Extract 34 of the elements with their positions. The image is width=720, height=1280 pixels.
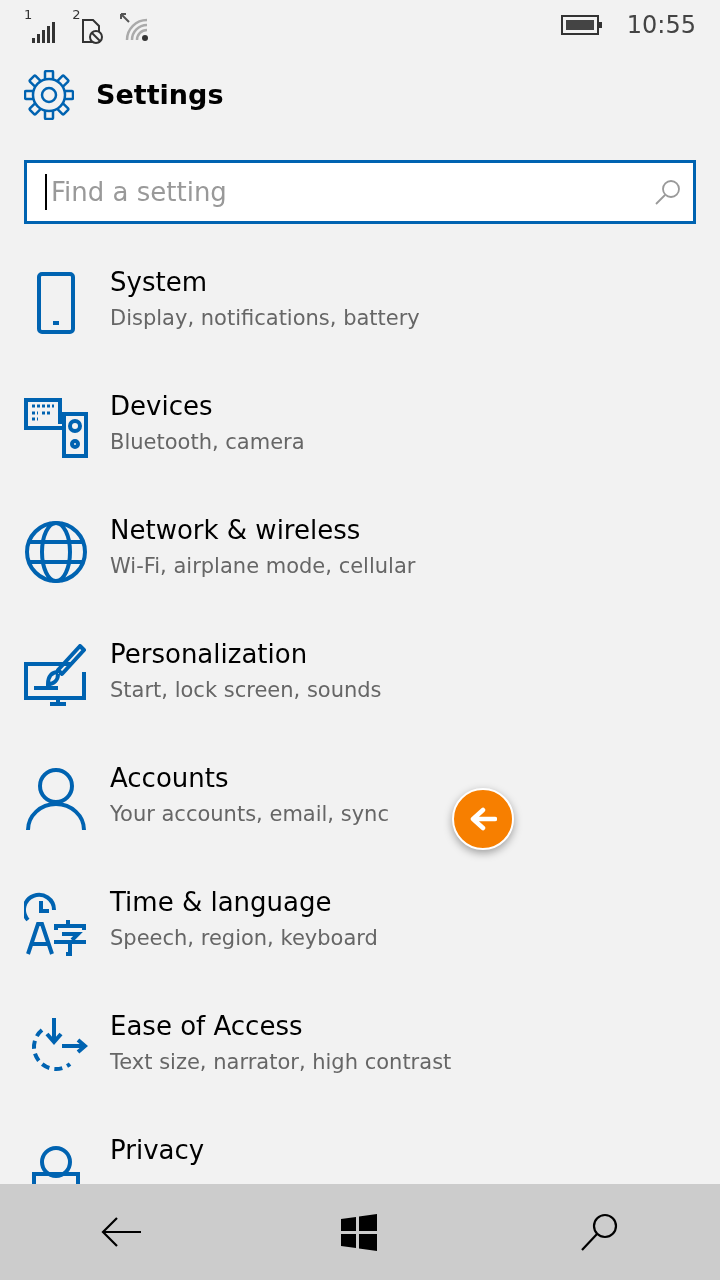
setting-description: Start, lock screen, sounds [110, 677, 382, 704]
setting-description: Wi-Fi, airplane mode, cellular [110, 553, 416, 580]
sim-number: 1 [24, 8, 33, 21]
signal-icon [32, 20, 57, 43]
search-icon [654, 178, 682, 206]
sim-number: 2 [72, 8, 81, 21]
monitor-brush-icon [24, 644, 88, 708]
person-icon [24, 768, 88, 832]
setting-title[interactable]: Ease of Access [110, 1008, 452, 1044]
setting-description: Display, notifications, battery [110, 305, 420, 332]
setting-title[interactable]: Network & wireless [110, 512, 416, 548]
floating-back-button[interactable] [452, 788, 514, 850]
page-title: Settings [96, 77, 224, 112]
clock: 10:55 [626, 10, 696, 41]
clock-language-icon [24, 892, 88, 956]
globe-icon [24, 520, 88, 584]
arrow-left-icon [469, 807, 497, 831]
setting-title[interactable]: Personalization [110, 636, 382, 672]
setting-title[interactable]: Time & language [110, 884, 378, 920]
setting-description: Your accounts, email, sync [110, 801, 389, 828]
settings-icon [24, 70, 74, 120]
wifi-icon [118, 12, 151, 44]
search-field[interactable]: Find a setting [24, 160, 696, 224]
setting-title[interactable]: Privacy [110, 1132, 205, 1168]
devices-icon [24, 396, 88, 460]
setting-description: Speech, region, keyboard [110, 925, 378, 952]
text-cursor [45, 174, 47, 210]
sim-blocked-icon [80, 18, 103, 44]
setting-description: Text size, narrator, high contrast [110, 1049, 452, 1076]
setting-title[interactable]: Devices [110, 388, 305, 424]
battery-icon [560, 14, 603, 36]
setting-title[interactable]: Accounts [110, 760, 389, 796]
setting-title[interactable]: System [110, 264, 420, 300]
setting-description: Bluetooth, camera [110, 429, 305, 456]
